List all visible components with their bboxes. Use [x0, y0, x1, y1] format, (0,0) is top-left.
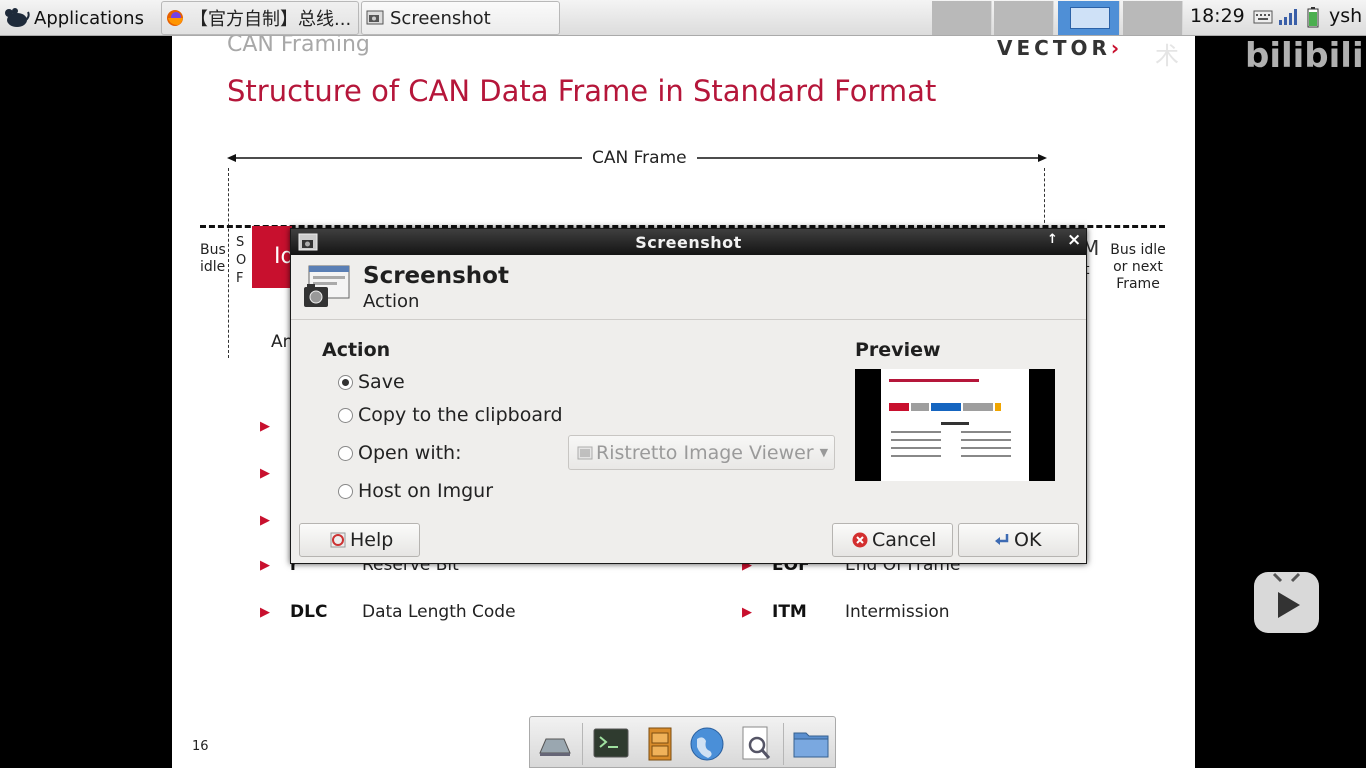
screenshot-dialog: Screenshot ↑ × Screenshot Action Action …	[290, 228, 1087, 564]
user-name[interactable]: ysh	[1329, 5, 1362, 27]
workspace-4[interactable]	[1123, 1, 1183, 35]
help-button[interactable]: Help	[299, 523, 420, 557]
cancel-button[interactable]: Cancel	[832, 523, 953, 557]
can-frame-label: CAN Frame	[582, 148, 697, 168]
description: Intermission	[845, 602, 950, 622]
slide-section-header: CAN Framing	[227, 36, 370, 57]
screenshot-camera-icon	[304, 265, 350, 307]
keyboard-layout-icon[interactable]	[1253, 9, 1273, 25]
workspace-1[interactable]	[932, 1, 992, 35]
taskbar-item-screenshot[interactable]: Screenshot	[361, 1, 560, 35]
ok-button-label: OK	[1014, 529, 1042, 551]
bus-idle-right-label: Bus idle or next Frame	[1110, 242, 1166, 292]
radio-label[interactable]: Save	[358, 371, 405, 393]
watermark-text: 术	[1155, 42, 1179, 70]
bus-idle-left-label: Bus idle	[200, 242, 226, 275]
applications-menu-button[interactable]: Applications	[2, 3, 144, 33]
dialog-subheading: Action	[363, 291, 420, 312]
ok-button[interactable]: OK	[958, 523, 1079, 557]
maximize-button[interactable]: ↑	[1047, 232, 1058, 247]
show-desktop-icon[interactable]	[536, 725, 574, 763]
dialog-window-title: Screenshot	[635, 233, 742, 252]
file-cabinet-icon[interactable]	[641, 725, 679, 763]
radio-copy-clipboard[interactable]: Copy to the clipboard	[338, 404, 563, 426]
image-viewer-icon[interactable]	[737, 725, 775, 763]
radio-indicator[interactable]	[338, 483, 353, 499]
help-icon	[330, 532, 346, 548]
taskbar-item-label: Screenshot	[390, 7, 491, 29]
abbreviation: ITM	[772, 602, 807, 622]
close-button[interactable]: ×	[1067, 230, 1081, 250]
bullet-icon: ▶	[260, 513, 270, 528]
dock-separator	[783, 723, 784, 765]
radio-indicator[interactable]	[338, 445, 353, 461]
identifier-field-block: Id	[252, 226, 294, 288]
enter-arrow-icon	[995, 534, 1009, 545]
battery-icon[interactable]	[1303, 6, 1323, 28]
play-icon	[1272, 572, 1301, 618]
frame-boundary-right	[1044, 168, 1045, 228]
slide-page-number: 16	[192, 739, 209, 754]
dialog-titlebar[interactable]: Screenshot ↑ ×	[291, 229, 1086, 255]
bullet-icon: ▶	[260, 605, 270, 620]
dock-separator	[582, 723, 583, 765]
selected-app-label: Ristretto Image Viewer	[596, 441, 814, 464]
screenshot-preview	[855, 369, 1055, 481]
action-section-heading: Action	[322, 339, 391, 361]
video-play-button[interactable]	[1254, 572, 1319, 633]
bilibili-logo: bilibili	[1245, 36, 1364, 76]
radio-label[interactable]: Open with:	[358, 442, 462, 464]
bullet-icon: ▶	[260, 558, 270, 573]
bottom-dock	[529, 716, 836, 768]
radio-indicator[interactable]	[338, 407, 353, 423]
bullet-icon: ▶	[260, 466, 270, 481]
folder-icon[interactable]	[792, 725, 830, 763]
applications-label: Applications	[34, 7, 144, 29]
abbreviation: DLC	[290, 602, 328, 622]
clock[interactable]: 18:29	[1190, 5, 1245, 27]
radio-indicator[interactable]	[338, 374, 353, 390]
network-signal-icon[interactable]	[1278, 8, 1298, 26]
sof-label: S O F	[236, 235, 247, 286]
taskbar-item-browser[interactable]: 【官方自制】总线...	[161, 1, 359, 35]
description: Data Length Code	[362, 602, 516, 622]
preview-thumbnail	[881, 369, 1029, 481]
open-with-app-select[interactable]: Ristretto Image Viewer ▼	[568, 435, 835, 470]
dropdown-arrow-icon: ▼	[819, 446, 829, 459]
preview-heading: Preview	[855, 339, 941, 361]
workspace-2[interactable]	[994, 1, 1054, 35]
bullet-icon: ▶	[260, 419, 270, 434]
vector-logo: VECTOR›	[997, 36, 1124, 60]
firefox-icon	[167, 10, 183, 26]
workspace-window-thumbnail	[1070, 7, 1110, 29]
terminal-icon[interactable]	[592, 725, 630, 763]
dialog-header: Screenshot Action	[291, 255, 1086, 320]
top-panel: Applications 【官方自制】总线... Screenshot 18:2…	[0, 0, 1366, 36]
bullet-icon: ▶	[742, 605, 752, 620]
dialog-heading: Screenshot	[363, 263, 509, 289]
xfce-mouse-icon	[5, 8, 30, 27]
image-viewer-icon	[577, 446, 593, 459]
radio-open-with[interactable]: Open with:	[338, 442, 462, 464]
cancel-icon	[852, 532, 868, 548]
slide-title: Structure of CAN Data Frame in Standard …	[227, 74, 937, 108]
web-browser-icon[interactable]	[688, 725, 726, 763]
vector-chevron-icon: ›	[1110, 36, 1124, 60]
radio-label[interactable]: Host on Imgur	[358, 480, 493, 502]
screenshot-app-icon	[366, 10, 384, 25]
help-button-label: Help	[350, 529, 394, 551]
radio-save[interactable]: Save	[338, 371, 405, 393]
workspace-3-active[interactable]	[1058, 1, 1120, 35]
radio-label[interactable]: Copy to the clipboard	[358, 404, 563, 426]
cancel-button-label: Cancel	[872, 529, 937, 551]
taskbar-item-label: 【官方自制】总线...	[190, 9, 352, 30]
radio-host-imgur[interactable]: Host on Imgur	[338, 480, 493, 502]
